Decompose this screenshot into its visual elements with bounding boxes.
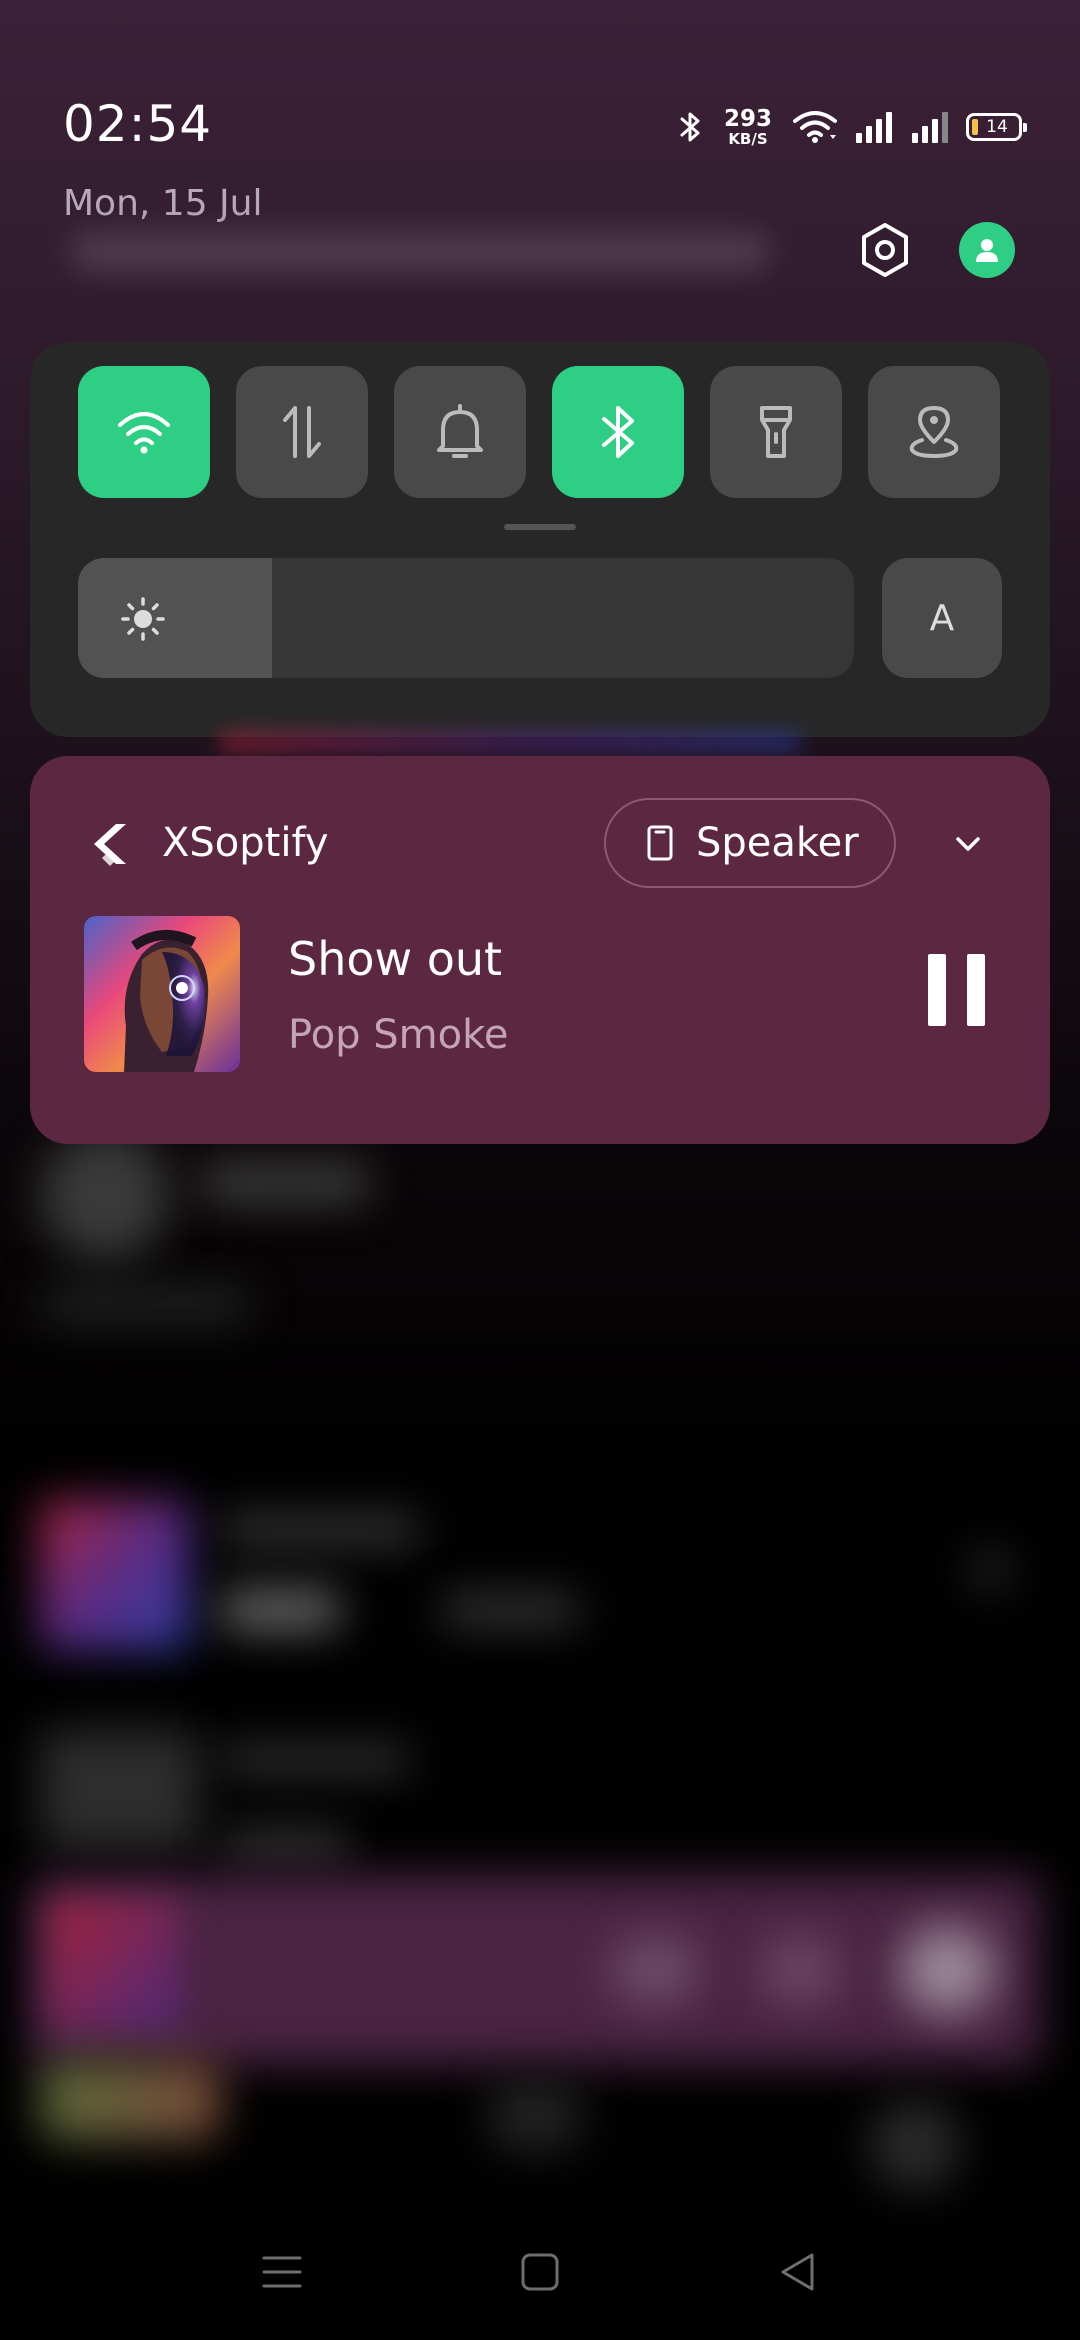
pause-icon bbox=[928, 954, 946, 1026]
app-logo-icon bbox=[94, 824, 126, 866]
phone-icon bbox=[647, 825, 673, 861]
brightness-slider[interactable] bbox=[78, 558, 854, 678]
pause-icon bbox=[967, 954, 985, 1026]
recent-apps-button[interactable] bbox=[252, 2242, 312, 2302]
bell-icon bbox=[437, 404, 483, 458]
wifi-toggle[interactable] bbox=[78, 366, 210, 498]
background-tab bbox=[870, 2100, 960, 2190]
background-text bbox=[40, 1290, 250, 1318]
album-color-glow bbox=[220, 732, 800, 752]
network-speed: 293 KB/S bbox=[723, 105, 772, 148]
brightness-level-fill bbox=[78, 558, 272, 678]
location-toggle[interactable] bbox=[868, 366, 1000, 498]
background-album-art bbox=[50, 1900, 180, 2030]
mobile-data-icon bbox=[283, 406, 321, 458]
expand-button[interactable] bbox=[940, 816, 996, 872]
background-text bbox=[220, 1830, 350, 1860]
background-tab bbox=[40, 2060, 220, 2140]
background-text bbox=[220, 1590, 340, 1630]
wifi-icon bbox=[118, 412, 170, 454]
background-album-art bbox=[40, 1500, 190, 1650]
background-text bbox=[220, 1515, 420, 1545]
status-time: 02:54 bbox=[63, 95, 213, 153]
background-tab bbox=[490, 2080, 580, 2150]
network-speed-unit: KB/S bbox=[728, 129, 768, 148]
network-speed-value: 293 bbox=[723, 105, 772, 132]
background-avatar bbox=[40, 1130, 170, 1260]
bluetooth-icon bbox=[602, 406, 634, 458]
background-album-art bbox=[40, 1730, 200, 1850]
battery-fill bbox=[972, 119, 978, 135]
date-text: Mon, 15 Jul bbox=[63, 183, 263, 224]
menu-icon bbox=[262, 2256, 302, 2288]
back-triangle-icon bbox=[781, 2253, 814, 2291]
album-cover-image bbox=[84, 916, 240, 1072]
background-icon bbox=[760, 1935, 840, 2005]
screen: 02:54 293 KB/S 14 Mon, 15 Jul A XSoptify… bbox=[0, 0, 1080, 2340]
track-artist: Pop Smoke bbox=[288, 1012, 509, 1058]
user-icon bbox=[976, 239, 998, 262]
quick-settings-panel: A bbox=[30, 342, 1050, 737]
album-art bbox=[84, 916, 240, 1072]
home-button[interactable] bbox=[510, 2242, 570, 2302]
background-mini-player bbox=[30, 1875, 1040, 2065]
wifi-status-icon bbox=[793, 111, 837, 143]
status-icons: 293 KB/S 14 bbox=[678, 102, 1027, 152]
output-device-label: Speaker bbox=[696, 820, 859, 866]
background-icon bbox=[970, 1550, 1010, 1590]
sound-toggle[interactable] bbox=[394, 366, 526, 498]
signal-2-icon bbox=[912, 112, 948, 143]
settings-button[interactable] bbox=[855, 220, 915, 280]
avatar bbox=[959, 222, 1015, 278]
location-icon bbox=[909, 406, 959, 459]
flashlight-toggle[interactable] bbox=[710, 366, 842, 498]
bluetooth-toggle[interactable] bbox=[552, 366, 684, 498]
pause-button[interactable] bbox=[928, 954, 988, 1026]
app-name: XSoptify bbox=[162, 820, 329, 866]
background-text bbox=[200, 1165, 370, 1201]
battery-icon: 14 bbox=[966, 113, 1027, 141]
bluetooth-status-icon bbox=[680, 112, 700, 142]
auto-brightness-button[interactable]: A bbox=[882, 558, 1002, 678]
blurred-notification-preview bbox=[70, 232, 770, 272]
flashlight-icon bbox=[760, 406, 792, 458]
user-account-button[interactable] bbox=[957, 220, 1017, 280]
home-square-icon bbox=[521, 2253, 559, 2291]
chevron-down-icon bbox=[956, 837, 980, 851]
gear-icon bbox=[862, 223, 908, 277]
background-icon bbox=[610, 1935, 700, 2005]
background-text bbox=[440, 1595, 580, 1625]
battery-level: 14 bbox=[986, 117, 1008, 137]
back-button[interactable] bbox=[768, 2242, 828, 2302]
sun-icon bbox=[121, 597, 165, 641]
background-text bbox=[220, 1745, 410, 1775]
output-device-button[interactable]: Speaker bbox=[604, 798, 896, 888]
mobile-data-toggle[interactable] bbox=[236, 366, 368, 498]
background-icon bbox=[900, 1925, 995, 2015]
signal-1-icon bbox=[856, 112, 892, 143]
media-player-card[interactable]: XSoptify Speaker Show out Pop Smoke bbox=[30, 756, 1050, 1144]
panel-drag-handle[interactable] bbox=[504, 524, 576, 530]
track-title: Show out bbox=[288, 932, 503, 986]
